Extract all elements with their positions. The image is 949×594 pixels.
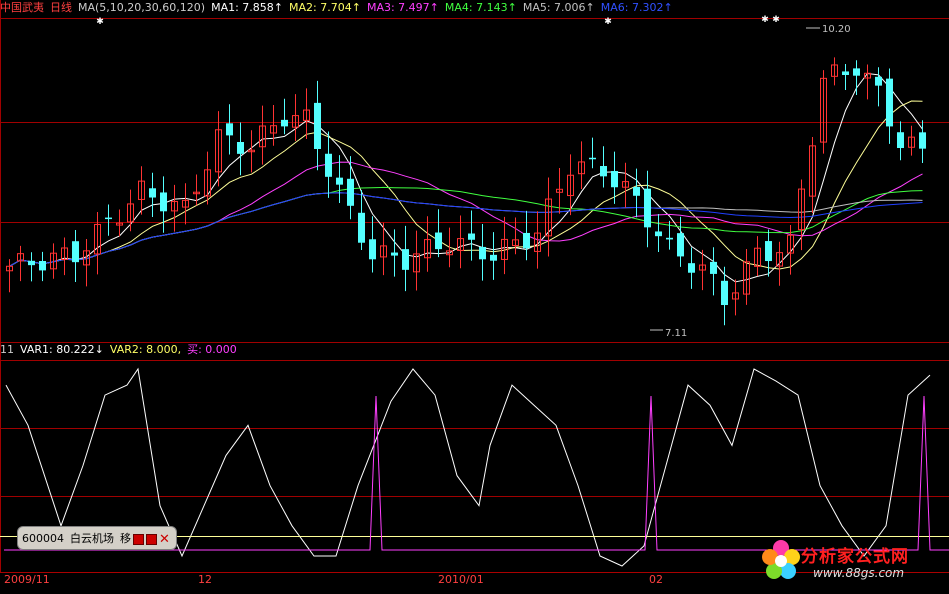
candle-body — [721, 280, 728, 306]
candle-body — [468, 233, 475, 240]
signal-star-icon: ✱ — [96, 17, 104, 27]
time-label-02: 02 — [649, 573, 663, 586]
candle-body — [600, 166, 607, 177]
candle-body — [886, 78, 893, 127]
maximize-icon[interactable] — [146, 533, 157, 545]
candle-body — [897, 132, 904, 149]
var1-value: VAR1: 80.222↓ — [20, 343, 104, 356]
kline-chart[interactable]: ✱ ✱ ✱ ✱ 10.20 7.11 — [0, 0, 949, 572]
signal-star-icon: ✱ — [761, 15, 769, 25]
candle-body — [490, 254, 497, 261]
candle-body — [336, 177, 343, 185]
candle-body — [226, 123, 233, 136]
ma5-line — [9, 192, 923, 267]
watermark-name: 分析家公式网 — [801, 547, 909, 567]
candle-body — [281, 119, 288, 127]
chart-grid — [0, 0, 949, 572]
flower-logo-icon — [762, 540, 800, 579]
candle-body — [237, 142, 244, 154]
ma2-line — [9, 100, 923, 270]
watermark-url: www.88gs.com — [813, 566, 905, 580]
candle-body — [39, 260, 46, 271]
ma4-line — [9, 186, 923, 267]
candle-body — [589, 157, 596, 160]
high-price-label: 10.20 — [822, 24, 851, 35]
candle-body — [710, 261, 717, 274]
close-icon[interactable]: ✕ — [159, 533, 170, 546]
candle-body — [919, 132, 926, 149]
var2-value: VAR2: 8.000, — [109, 343, 182, 356]
candle-body — [402, 249, 409, 270]
site-watermark: 分析家公式网 www.88gs.com — [753, 536, 943, 586]
candle-body — [688, 263, 695, 273]
moving-average-lines — [9, 72, 923, 283]
candle-body — [666, 237, 673, 240]
indicator-legend: 11 VAR1: 80.222↓ VAR2: 8.000, 买: 0.000 — [0, 342, 949, 358]
candlesticks — [6, 57, 926, 326]
candle-body — [160, 192, 167, 212]
candle-body — [72, 241, 79, 263]
candle-body — [105, 217, 112, 220]
popup-action-label: 移 — [120, 532, 131, 545]
candle-body — [523, 232, 530, 249]
candle-body — [842, 71, 849, 75]
candle-body — [677, 233, 684, 257]
popup-stock-name[interactable]: 白云机场 — [70, 532, 114, 545]
candle-body — [325, 153, 332, 177]
candle-body — [347, 178, 354, 206]
candle-body — [391, 252, 398, 256]
candle-body — [358, 212, 365, 243]
ma6-line — [9, 192, 923, 267]
candle-body — [633, 186, 640, 196]
candle-body — [149, 188, 156, 198]
time-label-2010-01: 2010/01 — [438, 573, 484, 586]
candle-body — [853, 68, 860, 76]
time-label-12: 12 — [198, 573, 212, 586]
candle-body — [28, 260, 35, 266]
popup-stock-code[interactable]: 600004 — [22, 532, 64, 545]
candle-body — [875, 76, 882, 86]
buy-value: 买: 0.000 — [187, 343, 237, 356]
signal-star-icon: ✱ — [604, 17, 612, 27]
time-label-2009-11: 2009/11 — [4, 573, 50, 586]
candle-body — [314, 102, 321, 149]
stock-switch-popup[interactable]: 600004 白云机场移 ✕ — [17, 526, 177, 550]
low-price-label: 7.11 — [665, 328, 687, 339]
candle-body — [644, 188, 651, 228]
signal-star-icon: ✱ — [772, 15, 780, 25]
minimize-icon[interactable] — [133, 533, 144, 545]
candle-body — [369, 239, 376, 260]
candle-body — [435, 232, 442, 250]
candle-body — [611, 171, 618, 188]
indicator-prefix: 11 — [0, 343, 14, 356]
candle-body — [765, 241, 772, 262]
candle-body — [655, 231, 662, 237]
candle-body — [479, 246, 486, 260]
